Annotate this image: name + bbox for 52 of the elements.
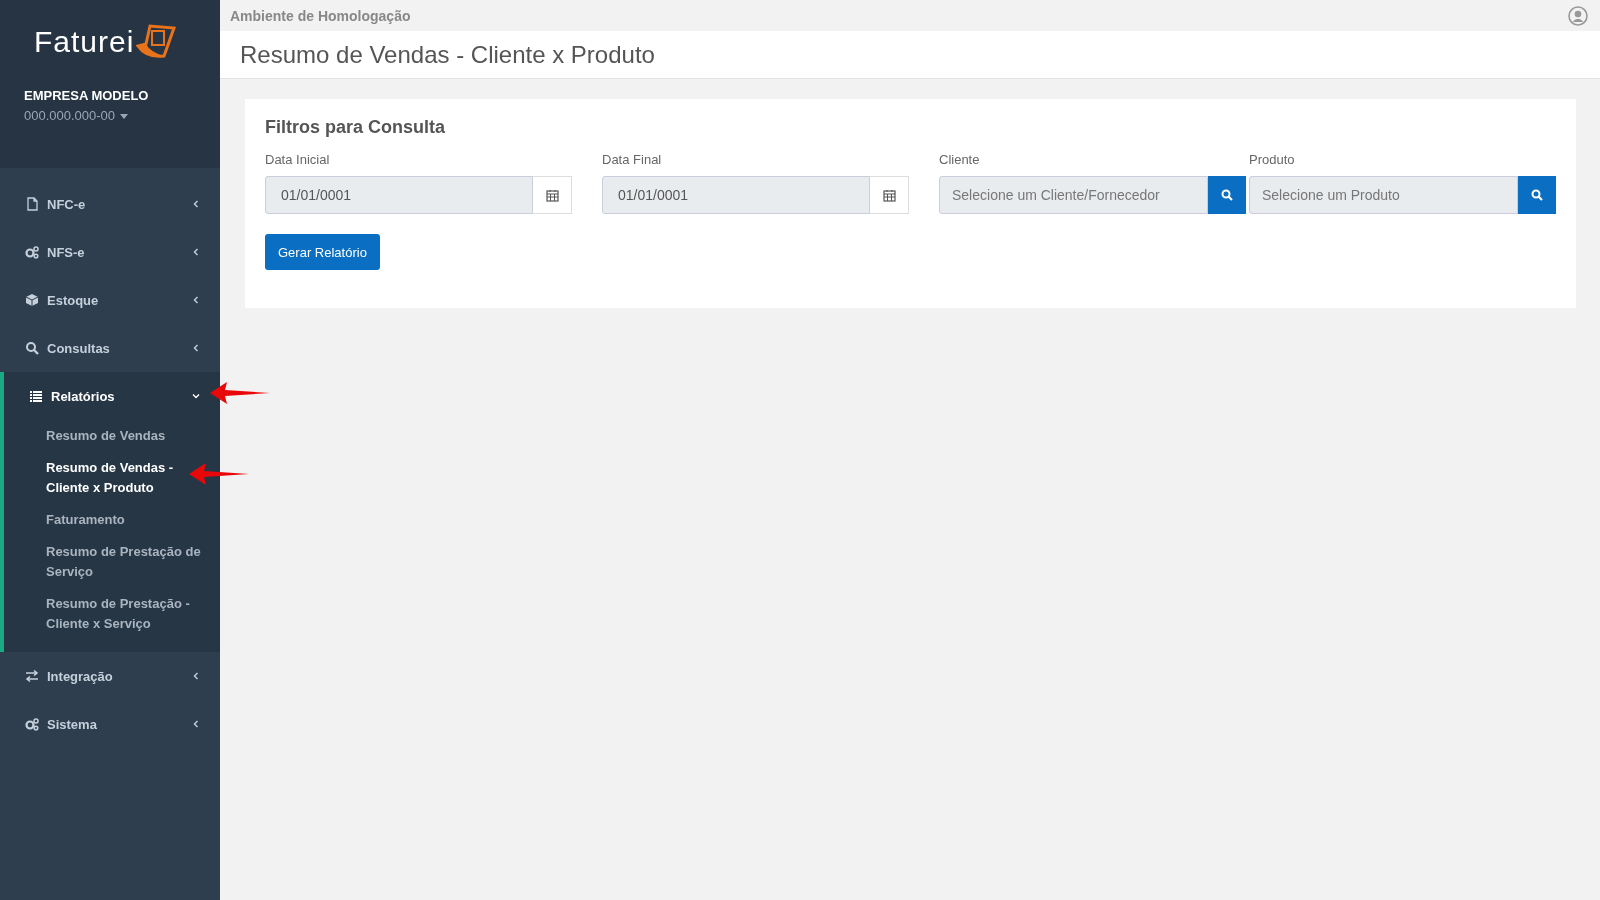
generate-report-button[interactable]: Gerar Relatório <box>265 234 380 270</box>
chevron-down-icon <box>192 392 200 400</box>
field-label: Produto <box>1249 152 1296 167</box>
chevron-left-icon <box>192 296 200 304</box>
submenu-item[interactable]: Resumo de Prestação - Cliente x Serviço <box>46 588 204 640</box>
submenu-item[interactable]: Resumo de Vendas - Cliente x Produto <box>46 452 176 504</box>
search-button[interactable] <box>1208 176 1246 214</box>
menu-item[interactable]: Sistema <box>0 700 220 748</box>
search-field[interactable]: Selecione um Produto <box>1249 176 1518 214</box>
chevron-left-icon <box>192 720 200 728</box>
card-title: Filtros para Consulta <box>265 117 447 138</box>
caret-down-icon <box>120 114 129 120</box>
field-label: Data Inicial <box>265 152 331 167</box>
logo-text: Faturei <box>34 25 135 59</box>
user-avatar-icon[interactable] <box>1568 5 1588 26</box>
company-name: EMPRESA MODELO <box>24 88 150 103</box>
field-label: Cliente <box>939 152 981 167</box>
menu-icon <box>29 389 43 403</box>
search-icon <box>1531 189 1543 201</box>
chevron-left-icon <box>192 200 200 208</box>
search-field[interactable]: Selecione um Cliente/Fornecedor <box>939 176 1208 214</box>
date-field[interactable]: 01/01/0001 <box>265 176 533 214</box>
calendar-icon <box>882 188 896 202</box>
submenu-item[interactable]: Faturamento <box>46 504 125 536</box>
calendar-icon <box>545 188 559 202</box>
menu-item[interactable]: Estoque <box>0 276 220 324</box>
menu-item[interactable]: Relatórios <box>4 372 220 420</box>
menu-item[interactable]: NFS-e <box>0 228 220 276</box>
submenu-item[interactable]: Resumo de Prestação de Serviço <box>46 536 204 588</box>
menu-icon <box>25 245 39 259</box>
menu-icon <box>25 293 39 307</box>
date-field[interactable]: 01/01/0001 <box>602 176 870 214</box>
search-button[interactable] <box>1518 176 1556 214</box>
search-icon <box>1221 189 1233 201</box>
menu-icon <box>25 341 39 355</box>
chevron-left-icon <box>192 344 200 352</box>
chevron-left-icon <box>192 672 200 680</box>
menu-item[interactable]: Consultas <box>0 324 220 372</box>
field-label: Data Final <box>602 152 663 167</box>
calendar-button[interactable] <box>870 176 909 214</box>
menu-item[interactable]: Integração <box>0 652 220 700</box>
chevron-left-icon <box>192 248 200 256</box>
page-title: Resumo de Vendas - Cliente x Produto <box>240 40 655 69</box>
menu-icon <box>25 669 39 683</box>
submenu-item[interactable]: Resumo de Vendas <box>46 420 166 452</box>
menu-icon <box>25 197 39 211</box>
company-selector[interactable]: 000.000.000-00 <box>24 108 129 123</box>
environment-label: Ambiente de Homologação <box>230 7 411 24</box>
logo-icon <box>136 24 177 60</box>
calendar-button[interactable] <box>533 176 572 214</box>
menu-item[interactable]: NFC-e <box>0 180 220 228</box>
menu-icon <box>25 717 39 731</box>
